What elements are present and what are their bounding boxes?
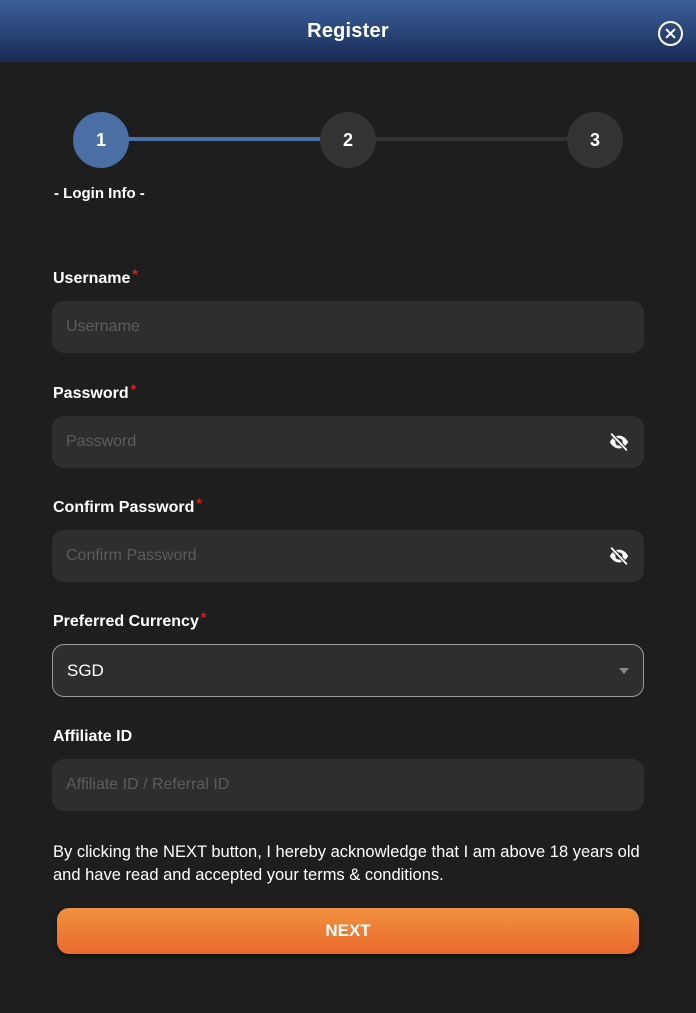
required-marker: * [196, 495, 202, 511]
next-button[interactable]: NEXT [57, 908, 639, 954]
current-step-label: - Login Info - [54, 185, 145, 202]
username-label-text: Username [53, 270, 131, 287]
eye-slash-icon[interactable] [608, 431, 630, 453]
registration-stepper: 1 2 3 [0, 110, 696, 170]
confirm-password-label: Confirm Password * [53, 495, 202, 517]
required-marker: * [132, 266, 138, 282]
username-field [52, 301, 644, 353]
terms-disclaimer: By clicking the NEXT button, I hereby ac… [53, 843, 640, 884]
currency-select[interactable]: SGD [52, 644, 644, 697]
close-icon [665, 28, 676, 39]
password-input[interactable] [66, 433, 600, 451]
step-2: 2 [320, 112, 376, 168]
password-label-text: Password [53, 385, 129, 402]
currency-label-text: Preferred Currency [53, 613, 199, 630]
affiliate-input[interactable] [66, 776, 630, 794]
close-button[interactable] [658, 21, 683, 46]
chevron-down-icon [619, 667, 629, 674]
username-label: Username * [53, 266, 138, 288]
currency-selected-value: SGD [67, 660, 104, 680]
required-marker: * [200, 609, 207, 625]
confirm-password-label-text: Confirm Password [53, 499, 195, 516]
modal-header: Register [0, 0, 696, 62]
confirm-password-input[interactable] [66, 547, 600, 565]
affiliate-field [52, 759, 644, 811]
affiliate-label-text: Affiliate ID [53, 728, 133, 745]
password-label: Password * [53, 381, 136, 403]
eye-slash-icon[interactable] [608, 545, 630, 567]
modal-title: Register [307, 19, 389, 42]
password-field [52, 416, 644, 468]
step-connector-1-2 [128, 137, 322, 141]
step-3: 3 [567, 112, 623, 168]
required-marker: * [130, 381, 137, 397]
step-1: 1 [73, 112, 129, 168]
currency-label: Preferred Currency * [53, 609, 206, 631]
step-connector-2-3 [375, 137, 569, 141]
confirm-password-field [52, 530, 644, 582]
username-input[interactable] [66, 318, 630, 336]
affiliate-label: Affiliate ID [53, 728, 132, 746]
